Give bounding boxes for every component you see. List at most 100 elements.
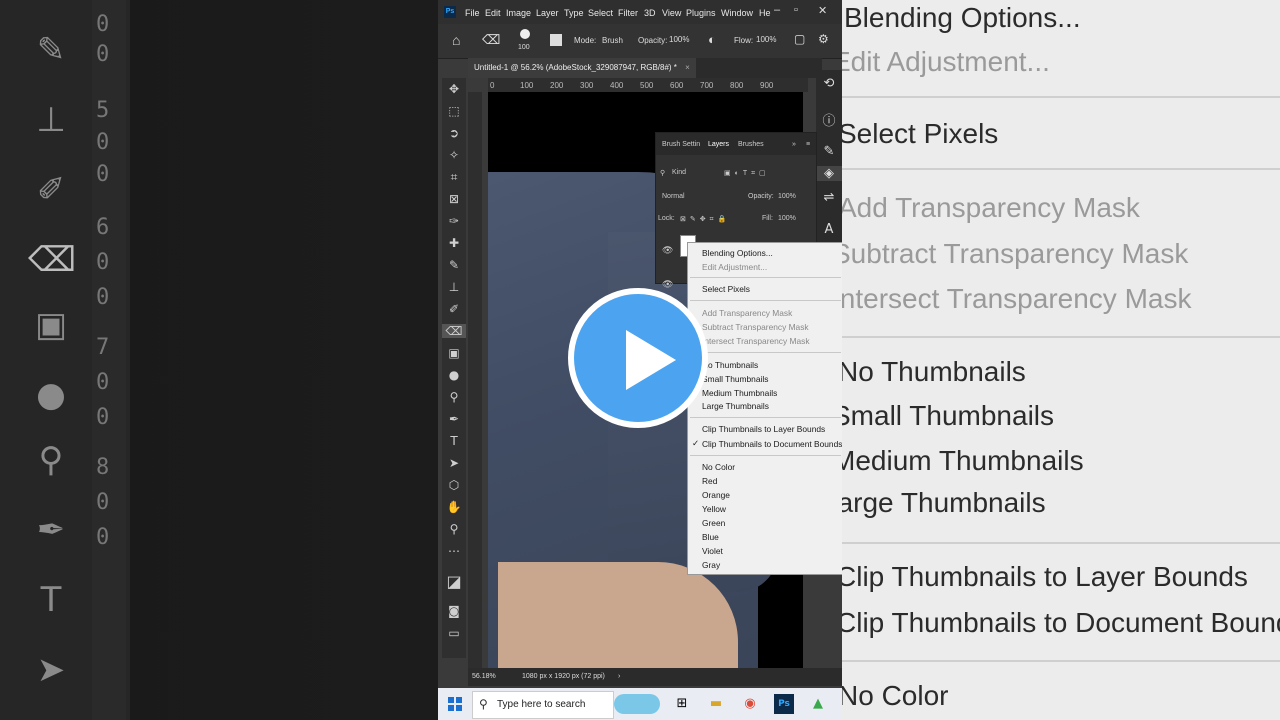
home-icon[interactable]: ⌂ xyxy=(452,32,460,48)
divider xyxy=(690,352,841,353)
fill-value[interactable]: 100% xyxy=(778,215,796,222)
minimize-icon[interactable]: – xyxy=(774,4,780,16)
brush-icon[interactable]: ✎ xyxy=(442,258,466,272)
layers-icon[interactable]: ◈ xyxy=(816,166,842,181)
blur-icon[interactable]: ● xyxy=(442,368,466,382)
brush-size[interactable]: 100 xyxy=(518,44,530,51)
character-icon[interactable]: A xyxy=(816,222,842,237)
menu-image[interactable]: Image xyxy=(506,8,531,18)
close-icon[interactable]: × xyxy=(685,63,690,72)
weather-widget-icon[interactable] xyxy=(614,694,660,714)
filter-kind[interactable]: Kind xyxy=(672,169,686,176)
app-icon[interactable]: ▲ xyxy=(808,694,828,714)
close-icon[interactable]: ✕ xyxy=(818,4,827,17)
shape-icon[interactable]: ⬡ xyxy=(442,478,466,492)
settings-icon[interactable]: ⚙ xyxy=(818,32,829,46)
flow-value[interactable]: 100% xyxy=(756,35,776,44)
chrome-icon[interactable]: ◉ xyxy=(740,694,760,714)
lock-icons[interactable]: ⊠✎✥⌗🔒 xyxy=(680,215,730,224)
eyedropper-icon[interactable]: ✑ xyxy=(442,214,466,228)
gradient-icon[interactable]: ▣ xyxy=(442,346,466,360)
frame-icon[interactable]: ⊠ xyxy=(442,192,466,206)
menu-item-select-pixels[interactable]: Select Pixels xyxy=(702,284,750,294)
play-button[interactable] xyxy=(568,288,708,428)
opacity-value[interactable]: 100% xyxy=(669,35,689,44)
taskbar-search[interactable]: ⚲ Type here to search xyxy=(472,691,614,719)
menu-edit[interactable]: Edit xyxy=(485,8,501,18)
blend-mode-select[interactable]: Normal xyxy=(662,193,685,200)
brush-panel-icon[interactable]: ✎ xyxy=(816,144,842,159)
eraser-icon[interactable]: ⌫ xyxy=(482,32,500,48)
healing-icon[interactable]: ✚ xyxy=(442,236,466,250)
history-icon[interactable]: ⟲ xyxy=(816,76,842,91)
menu-item-no-thumbnails[interactable]: No Thumbnails xyxy=(702,360,758,370)
menu-item-clip-layer-bounds[interactable]: Clip Thumbnails to Layer Bounds xyxy=(702,424,825,434)
menu-item-large-thumbnails[interactable]: Large Thumbnails xyxy=(702,401,769,411)
quick-select-icon[interactable]: ✧ xyxy=(442,148,466,162)
brush-settings-icon[interactable] xyxy=(550,34,562,46)
info-icon[interactable]: ⓘ xyxy=(816,110,842,129)
dodge-icon[interactable]: ⚲ xyxy=(442,390,466,404)
photoshop-icon[interactable]: Ps xyxy=(774,694,794,714)
adjustments-icon[interactable]: ⇌ xyxy=(816,190,842,205)
eye-icon[interactable]: 👁 xyxy=(662,245,673,256)
menu-layer[interactable]: Layer xyxy=(536,8,559,18)
history-brush-icon[interactable]: ✐ xyxy=(442,302,466,316)
menu-type[interactable]: Type xyxy=(564,8,584,18)
opacity-value[interactable]: 100% xyxy=(778,193,796,200)
menu-item-yellow[interactable]: Yellow xyxy=(702,504,726,514)
pen-icon[interactable]: ✒ xyxy=(442,412,466,426)
menu-item-green[interactable]: Green xyxy=(702,518,725,528)
menu-item-gray[interactable]: Gray xyxy=(702,560,720,570)
menu-item-violet[interactable]: Violet xyxy=(702,546,723,556)
crop-icon[interactable]: ⌗ xyxy=(442,170,466,185)
lasso-icon[interactable]: ➲ xyxy=(442,126,466,140)
menu-window[interactable]: Window xyxy=(721,8,753,18)
screen-mode-icon[interactable]: ▭ xyxy=(442,626,466,640)
status-arrow-icon[interactable]: › xyxy=(618,673,620,680)
menu-file[interactable]: File xyxy=(465,8,480,18)
tab-layers[interactable]: Layers xyxy=(708,141,729,148)
task-view-icon[interactable]: ⊞ xyxy=(672,694,692,714)
marquee-icon[interactable]: ⬚ xyxy=(442,104,466,118)
maximize-icon[interactable]: ▫ xyxy=(794,4,798,16)
collapse-icon[interactable]: » xyxy=(792,141,796,148)
document-tab[interactable]: Untitled-1 @ 56.2% (AdobeStock_329087947… xyxy=(468,58,696,78)
panel-menu-icon[interactable]: ≡ xyxy=(806,141,810,148)
file-explorer-icon[interactable]: ▬ xyxy=(706,694,726,714)
text-icon[interactable]: T xyxy=(442,434,466,448)
menu-plugins[interactable]: Plugins xyxy=(686,8,716,18)
hand-icon[interactable]: ✋ xyxy=(442,500,466,514)
menu-help[interactable]: He xyxy=(759,8,771,18)
menu-item-clip-document-bounds[interactable]: Clip Thumbnails to Document Bounds xyxy=(702,439,842,449)
menu-filter[interactable]: Filter xyxy=(618,8,638,18)
zoom-icon[interactable]: ⚲ xyxy=(442,522,466,536)
quick-mask-icon[interactable]: ◙ xyxy=(442,604,466,618)
eye-icon[interactable]: 👁 xyxy=(662,279,673,290)
menu-item-blue[interactable]: Blue xyxy=(702,532,719,542)
menu-item-red[interactable]: Red xyxy=(702,476,717,486)
pressure-icon[interactable]: ◐ xyxy=(708,32,716,47)
airbrush-icon[interactable]: ▢ xyxy=(794,32,805,46)
brush-preview-icon[interactable] xyxy=(520,29,530,39)
eraser-icon[interactable]: ⌫ xyxy=(442,324,466,338)
path-select-icon[interactable]: ➤ xyxy=(442,456,466,470)
mode-select[interactable]: Brush xyxy=(602,36,623,45)
menu-select[interactable]: Select xyxy=(588,8,613,18)
menu-item-orange[interactable]: Orange xyxy=(702,490,730,500)
filter-icons[interactable]: ▣◐T⌗▢ xyxy=(724,169,770,178)
menu-view[interactable]: View xyxy=(662,8,681,18)
zoom-level[interactable]: 56.18% xyxy=(472,673,496,680)
menu-item-small-thumbnails[interactable]: Small Thumbnails xyxy=(702,374,768,384)
move-icon[interactable]: ✥ xyxy=(442,82,466,96)
menu-3d[interactable]: 3D xyxy=(644,8,656,18)
menu-item-blending-options[interactable]: Blending Options... xyxy=(702,248,773,258)
menu-item-no-color[interactable]: No Color xyxy=(702,462,735,472)
menu-item-medium-thumbnails[interactable]: Medium Thumbnails xyxy=(702,388,777,398)
tab-brushes[interactable]: Brushes xyxy=(738,141,764,148)
stamp-icon[interactable]: ⊥ xyxy=(442,280,466,294)
windows-icon[interactable] xyxy=(448,697,462,711)
more-tools-icon[interactable]: ⋯ xyxy=(442,544,466,558)
tab-brush-settings[interactable]: Brush Settin xyxy=(662,141,700,148)
color-swatches-icon[interactable]: ◪ xyxy=(442,572,466,591)
